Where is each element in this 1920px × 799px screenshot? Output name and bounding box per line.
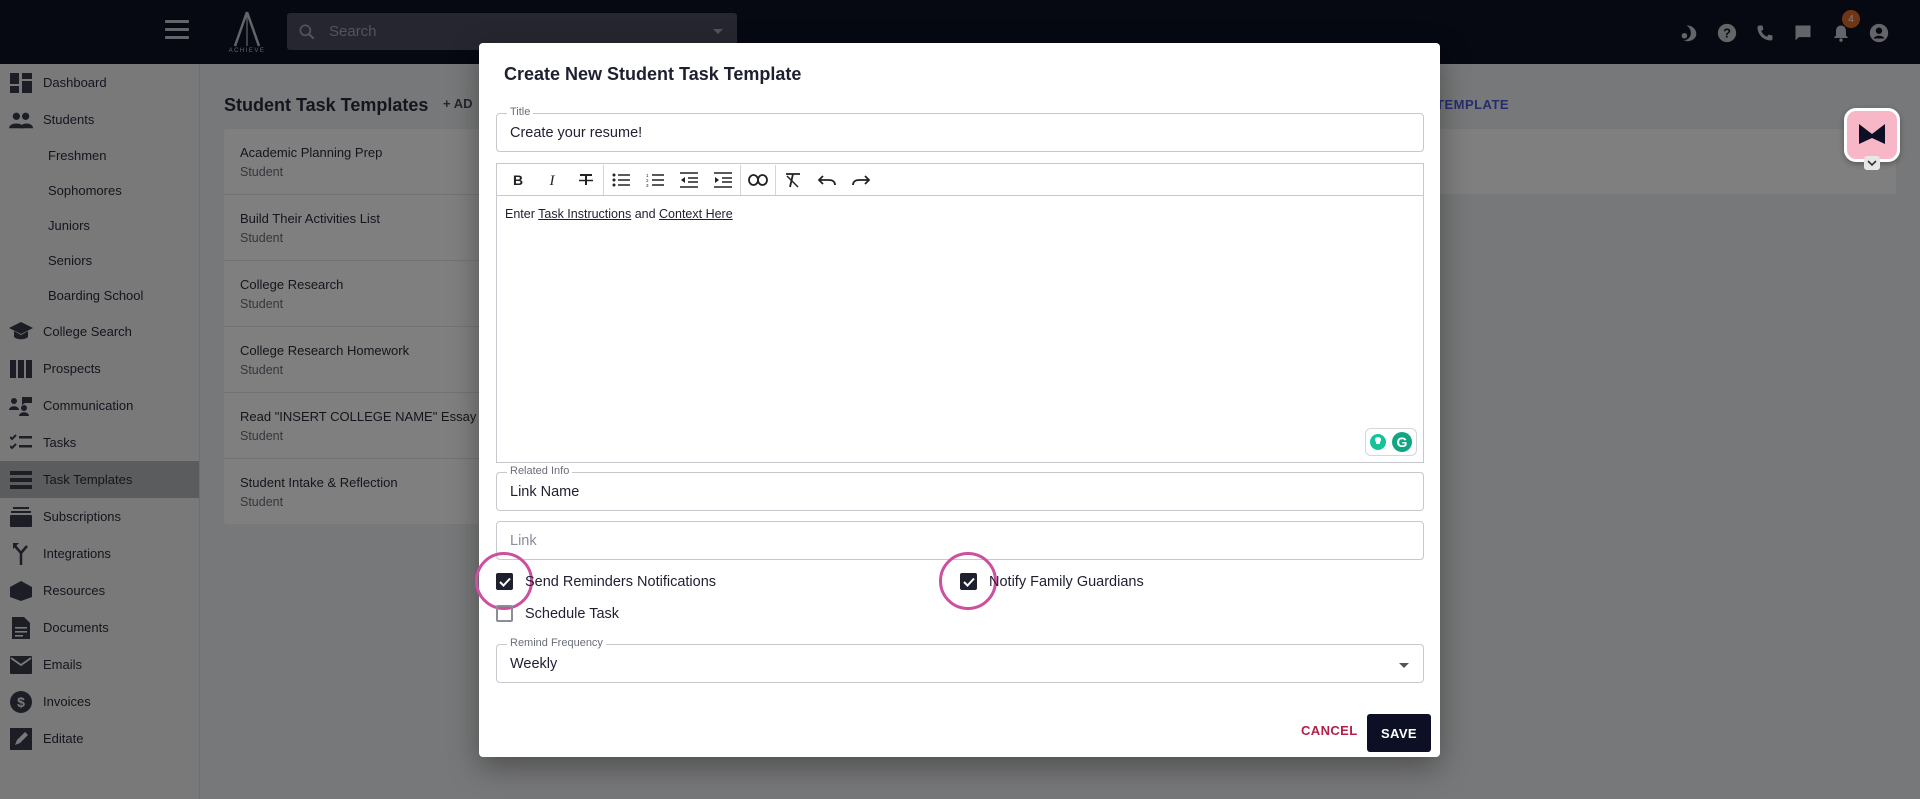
italic-icon[interactable]: I [535, 165, 569, 195]
editor-text: and [631, 207, 660, 221]
undo-icon[interactable] [810, 165, 844, 195]
link-icon[interactable] [741, 165, 775, 195]
svg-text:3: 3 [646, 183, 649, 187]
indent-icon[interactable] [706, 165, 740, 195]
schedule-task-option[interactable]: Schedule Task [496, 605, 619, 622]
feedback-widget[interactable] [1844, 108, 1900, 162]
create-template-dialog: Create New Student Task Template Title C… [475, 43, 1440, 757]
schedule-task-label: Schedule Task [525, 605, 620, 622]
redo-icon[interactable] [844, 165, 878, 195]
clear-format-icon[interactable] [776, 165, 810, 195]
editor-placeholder-task-instructions: Task Instructions [538, 207, 632, 221]
title-field[interactable]: Title Create your resume! [496, 106, 1424, 152]
title-input[interactable]: Create your resume! [510, 125, 642, 141]
svg-text:G: G [1397, 434, 1408, 450]
editor-text: Enter [505, 207, 539, 221]
editor-toolbar: B I 123 [497, 164, 1423, 196]
remind-frequency-select[interactable]: Remind Frequency Weekly [496, 637, 1424, 683]
notify-guardians-checkbox[interactable] [960, 573, 977, 590]
link-name-input[interactable]: Link Name [510, 484, 579, 500]
grammarly-icon: G [1392, 432, 1412, 452]
link-input[interactable]: Link [510, 533, 537, 549]
bullet-list-icon[interactable] [604, 165, 638, 195]
widget-logo-icon [1859, 124, 1885, 144]
svg-text:I: I [549, 173, 556, 187]
title-field-label: Title [507, 106, 534, 118]
checkmark-icon [498, 577, 511, 587]
rich-text-editor: B I 123 Enter Task Instructions and Cont… [496, 163, 1424, 463]
numbered-list-icon[interactable]: 123 [638, 165, 672, 195]
dialog-title: Create New Student Task Template [504, 64, 802, 84]
remind-frequency-label: Remind Frequency [507, 637, 606, 649]
related-info-field[interactable]: Related Info Link Name [496, 465, 1424, 511]
schedule-task-checkbox[interactable] [496, 605, 513, 622]
chevron-down-icon[interactable] [1399, 663, 1409, 668]
related-info-label: Related Info [507, 465, 573, 477]
chevron-down-icon[interactable] [1864, 156, 1880, 170]
notify-guardians-label: Notify Family Guardians [989, 573, 1144, 590]
send-reminders-option[interactable]: Send Reminders Notifications [496, 573, 716, 590]
svg-text:B: B [513, 173, 523, 187]
editor-content[interactable]: Enter Task Instructions and Context Here [497, 196, 1423, 232]
outdent-icon[interactable] [672, 165, 706, 195]
notify-guardians-option[interactable]: Notify Family Guardians [960, 573, 1144, 590]
bold-icon[interactable]: B [501, 165, 535, 195]
editor-placeholder-context: Context Here [659, 207, 733, 221]
cancel-button[interactable]: CANCEL [1301, 723, 1358, 738]
save-button[interactable]: SAVE [1367, 714, 1431, 752]
send-reminders-label: Send Reminders Notifications [525, 573, 717, 590]
grammarly-widget[interactable]: G [1365, 428, 1417, 456]
remind-frequency-value: Weekly [510, 656, 558, 672]
checkmark-icon [962, 577, 975, 587]
bulb-icon [1370, 434, 1386, 450]
send-reminders-checkbox[interactable] [496, 573, 513, 590]
strikethrough-icon[interactable] [569, 165, 603, 195]
